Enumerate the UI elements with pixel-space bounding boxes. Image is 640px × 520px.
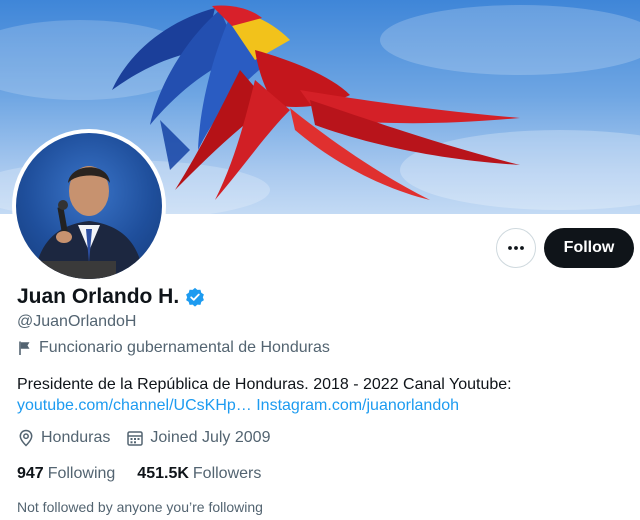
profile-name: Juan Orlando H.	[17, 285, 180, 308]
joined-label: Joined July 2009	[150, 429, 271, 446]
followers-count: 451.5K	[137, 465, 189, 482]
location-label: Honduras	[41, 429, 111, 446]
followers-label: Followers	[192, 465, 262, 482]
profile-avatar[interactable]	[12, 129, 166, 283]
bio-link-instagram[interactable]: Instagram.com/juanorlandoh	[256, 397, 459, 414]
more-options-button[interactable]	[496, 228, 536, 268]
flag-icon	[19, 341, 30, 355]
category-label: Funcionario gubernamental de Honduras	[39, 339, 330, 356]
followed-by-note: Not followed by anyone you’re following	[17, 499, 263, 515]
more-horizontal-icon	[508, 246, 524, 250]
profile-category: Funcionario gubernamental de Honduras	[17, 339, 330, 357]
location-pin-icon	[19, 429, 33, 447]
profile-stats: 947 Following 451.5K Followers	[17, 465, 283, 483]
profile-name-row: Juan Orlando H.	[17, 285, 205, 309]
profile-joined: Joined July 2009	[126, 429, 270, 447]
profile-meta: Honduras Joined July 2009	[17, 429, 286, 447]
profile-location: Honduras	[17, 429, 110, 447]
profile-bio: Presidente de la República de Honduras. …	[17, 374, 617, 416]
avatar-photo	[16, 133, 162, 279]
profile-handle: @JuanOrlandoH	[17, 313, 137, 330]
calendar-icon	[127, 431, 144, 446]
verified-badge-icon[interactable]	[185, 287, 205, 307]
followers-link[interactable]: 451.5K Followers	[137, 465, 261, 483]
following-count: 947	[17, 465, 44, 482]
bio-link-youtube[interactable]: youtube.com/channel/UCsKHp…	[17, 397, 252, 414]
bio-text: Presidente de la República de Honduras. …	[17, 376, 512, 393]
follow-button[interactable]: Follow	[544, 228, 634, 268]
following-link[interactable]: 947 Following	[17, 465, 115, 483]
following-label: Following	[47, 465, 116, 482]
